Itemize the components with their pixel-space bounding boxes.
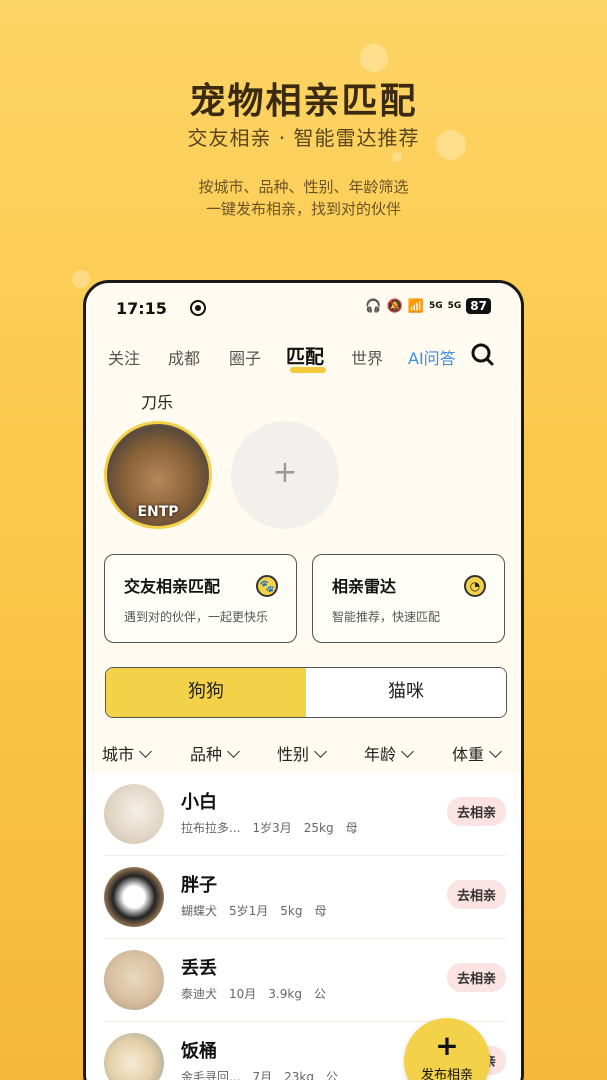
filter-weight[interactable]: 体重	[452, 741, 502, 765]
list-item[interactable]: 小白 拉布拉多... 1岁3月 25kg 母 去相亲	[104, 773, 506, 856]
hero-title: 宠物相亲匹配	[189, 81, 418, 122]
radar-card[interactable]: 相亲雷达 智能推荐，快速匹配 ◔	[312, 554, 505, 643]
signal-icon: 5G	[447, 300, 462, 311]
tab-circle[interactable]: 圈子	[229, 345, 261, 369]
active-tab-indicator	[290, 367, 326, 373]
status-time: 17:15	[116, 299, 167, 318]
filter-age[interactable]: 年龄	[364, 741, 414, 765]
pet-name: 小白	[181, 792, 217, 813]
pet-breed: 拉布拉多...	[181, 821, 241, 835]
date-button[interactable]: 去相亲	[446, 880, 506, 909]
radar-card-desc: 智能推荐，快速匹配	[332, 610, 441, 624]
mbti-tag: ENTP	[137, 504, 179, 520]
filter-gender[interactable]: 性别	[277, 741, 327, 765]
pet-photo	[104, 1033, 164, 1080]
chevron-down-icon	[489, 745, 502, 758]
publish-label: 发布相亲	[420, 1068, 473, 1080]
battery-icon: 87	[466, 298, 491, 314]
top-nav: 关注 成都 圈子 匹配 世界 AI问答	[86, 341, 521, 375]
tab-ai-qa[interactable]: AI问答	[408, 345, 456, 369]
status-icons: 🎧 🔕 📶 5G 5G 87	[365, 298, 491, 314]
filter-label: 体重	[452, 745, 485, 764]
tab-chengdu[interactable]: 成都	[168, 345, 200, 369]
pet-gender: 公	[313, 987, 326, 1001]
filter-bar: 城市 品种 性别 年龄 体重	[86, 739, 521, 769]
radar-card-title: 相亲雷达	[332, 577, 397, 596]
pet-breed: 蝴蝶犬	[181, 904, 218, 918]
pet-gender: 母	[314, 904, 327, 918]
chevron-down-icon	[314, 745, 327, 758]
species-switch: 狗狗 猫咪	[105, 667, 507, 718]
my-pet-name: 刀乐	[141, 393, 174, 412]
decor-bubble	[72, 270, 90, 288]
chevron-down-icon	[401, 745, 414, 758]
pet-photo	[104, 950, 164, 1010]
filter-label: 城市	[102, 745, 135, 764]
segment-cat[interactable]: 猫咪	[306, 668, 506, 717]
pet-photo	[104, 784, 164, 844]
match-card-title: 交友相亲匹配	[124, 577, 221, 596]
tab-follow[interactable]: 关注	[108, 345, 140, 369]
hero-desc-line2: 一键发布相亲，找到对的伙伴	[205, 200, 401, 218]
search-icon[interactable]	[471, 343, 495, 367]
my-pet-avatar[interactable]: ENTP	[104, 421, 212, 529]
pet-age: 7月	[252, 1070, 273, 1080]
paw-icon: 🐾	[256, 575, 278, 597]
filter-label: 年龄	[364, 745, 397, 764]
pet-gender: 母	[345, 821, 358, 835]
chevron-down-icon	[139, 745, 152, 758]
pet-gender: 公	[325, 1070, 338, 1080]
hero-subtitle: 交友相亲 · 智能雷达推荐	[187, 126, 420, 150]
pet-age: 1岁3月	[252, 821, 292, 835]
screen-record-icon	[190, 300, 206, 316]
pet-meta: 拉布拉多... 1岁3月 25kg 母	[181, 819, 370, 836]
tab-match[interactable]: 匹配	[286, 342, 324, 369]
date-button[interactable]: 去相亲	[446, 963, 506, 992]
decor-bubble	[360, 44, 388, 72]
pet-name: 饭桶	[181, 1041, 217, 1062]
status-bar: 17:15 🎧 🔕 📶 5G 5G 87	[86, 297, 521, 323]
radar-icon: ◔	[464, 575, 486, 597]
filter-breed[interactable]: 品种	[190, 741, 240, 765]
chevron-down-icon	[227, 745, 240, 758]
pet-age: 5岁1月	[229, 904, 269, 918]
mute-icon: 🔕	[386, 298, 403, 314]
tab-world[interactable]: 世界	[351, 345, 383, 369]
pet-meta: 泰迪犬 10月 3.9kg 公	[181, 985, 338, 1002]
filter-label: 性别	[277, 745, 310, 764]
filter-city[interactable]: 城市	[102, 741, 152, 765]
add-pet-button[interactable]: +	[231, 421, 339, 529]
wifi-icon: 📶	[407, 298, 424, 314]
pet-weight: 23kg	[284, 1070, 314, 1080]
list-item[interactable]: 胖子 蝴蝶犬 5岁1月 5kg 母 去相亲	[104, 856, 506, 939]
signal-icon: 5G	[428, 300, 443, 311]
segment-dog[interactable]: 狗狗	[106, 668, 306, 717]
match-card[interactable]: 交友相亲匹配 遇到对的伙伴，一起更快乐 🐾	[104, 554, 297, 643]
filter-label: 品种	[190, 745, 223, 764]
pet-meta: 金毛寻回... 7月 23kg 公	[181, 1068, 350, 1080]
hero-desc-line1: 按城市、品种、性别、年龄筛选	[198, 178, 409, 196]
pet-weight: 5kg	[280, 904, 303, 918]
pet-photo	[104, 867, 164, 927]
pet-name: 胖子	[181, 875, 217, 896]
plus-icon: +	[435, 1029, 459, 1062]
phone-frame: 17:15 🎧 🔕 📶 5G 5G 87 关注 成都 圈子 匹配 世界 AI问答…	[83, 280, 524, 1080]
pet-meta: 蝴蝶犬 5岁1月 5kg 母	[181, 902, 339, 919]
pet-age: 10月	[229, 987, 257, 1001]
decor-bubble	[392, 152, 402, 162]
match-card-desc: 遇到对的伙伴，一起更快乐	[124, 610, 269, 624]
headphones-icon: 🎧	[365, 298, 382, 314]
pet-breed: 金毛寻回...	[181, 1070, 241, 1080]
pet-breed: 泰迪犬	[181, 987, 218, 1001]
date-button[interactable]: 去相亲	[446, 797, 506, 826]
pet-weight: 25kg	[303, 821, 334, 835]
pet-name: 丢丢	[181, 958, 217, 979]
list-item[interactable]: 丢丢 泰迪犬 10月 3.9kg 公 去相亲	[104, 939, 506, 1022]
pet-weight: 3.9kg	[268, 987, 302, 1001]
